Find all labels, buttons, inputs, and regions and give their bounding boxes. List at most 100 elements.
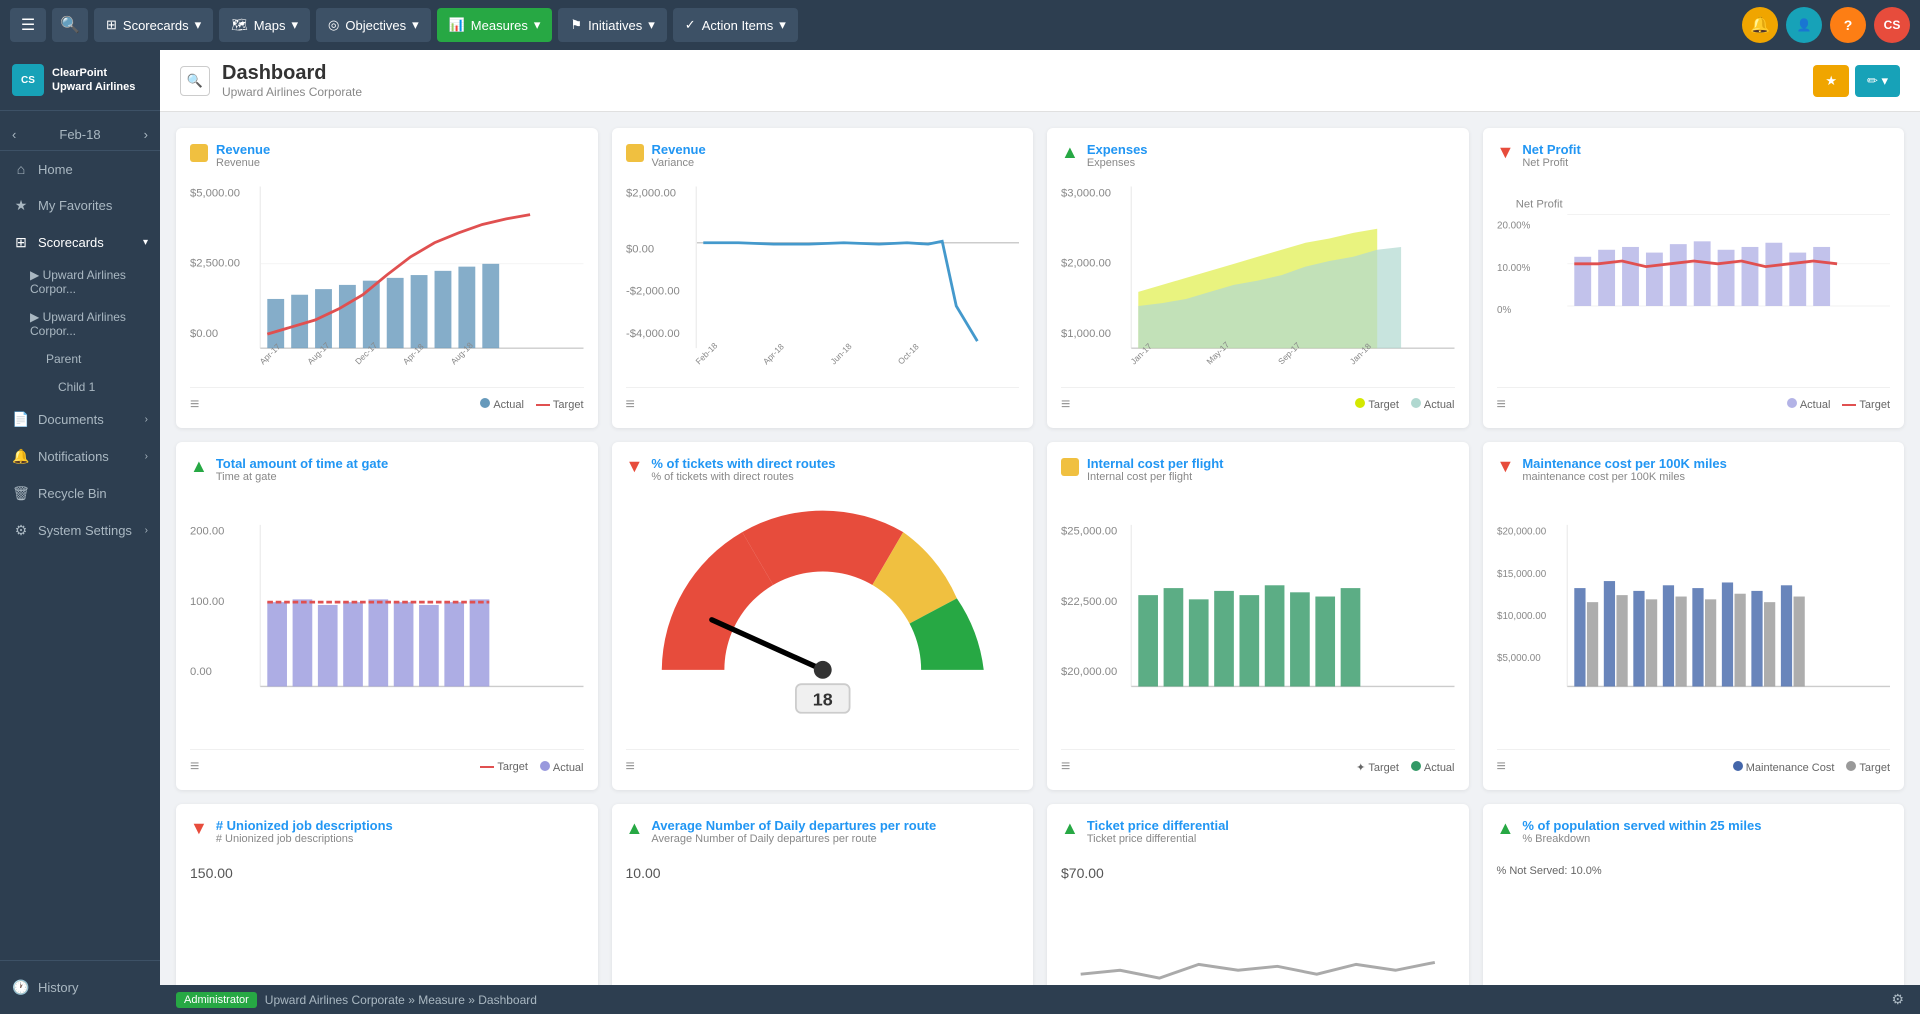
card-header-expenses: ▲ Expenses Expenses <box>1061 142 1455 169</box>
revenue-chart: $5,000.00 $2,500.00 $0.00 <box>190 177 584 379</box>
expand-icon: ▾ <box>143 237 148 248</box>
card-header-routes: ▼ % of tickets with direct routes % of t… <box>626 456 1020 483</box>
indicator-down-red4: ▼ <box>190 818 208 839</box>
sidebar-date: ‹ Feb-18 › <box>0 119 160 151</box>
sidebar-item-home[interactable]: ⌂ Home <box>0 151 160 187</box>
card-header-maintenance: ▼ Maintenance cost per 100K miles mainte… <box>1497 456 1891 483</box>
dashboard-search-button[interactable]: 🔍 <box>180 66 210 96</box>
sidebar-item-history[interactable]: 🕐 History <box>0 969 160 1006</box>
gauge-container: 18 <box>626 491 1020 741</box>
edit-button[interactable]: ✏ ▾ <box>1855 65 1900 97</box>
card-subtitle6: % of tickets with direct routes <box>651 471 835 483</box>
sidebar-item-notifications[interactable]: 🔔 Notifications › <box>0 438 160 475</box>
legend-actual: Actual <box>480 398 524 411</box>
notifications-bell-button[interactable]: 🔔 <box>1742 7 1778 43</box>
legend-actual-int: Actual <box>1411 761 1455 774</box>
indicator-yellow <box>190 144 208 162</box>
menu-dots-icon[interactable]: ≡ <box>190 396 199 414</box>
indicator-up-green: ▲ <box>1061 142 1079 163</box>
card-footer-revenue: ≡ Actual Target <box>190 387 584 414</box>
svg-text:Apr-17: Apr-17 <box>257 341 282 366</box>
sidebar-scorecard-tree: ▶ Upward Airlines Corpor... ▶ Upward Air… <box>0 261 160 401</box>
user-avatar-button[interactable]: CS <box>1874 7 1910 43</box>
sidebar-bottom: 🕐 History <box>0 960 160 1014</box>
svg-text:0%: 0% <box>1497 305 1511 316</box>
indicator-up-green3: ▲ <box>626 818 644 839</box>
card-title-block5: Total amount of time at gate Time at gat… <box>216 456 388 483</box>
card-header-profit: ▼ Net Profit Net Profit <box>1497 142 1891 169</box>
card-title-block9: # Unionized job descriptions # Unionized… <box>216 818 393 845</box>
maintenance-chart: $20,000.00 $15,000.00 $10,000.00 $5,000.… <box>1497 491 1891 741</box>
svg-text:$22,500.00: $22,500.00 <box>1061 596 1117 608</box>
svg-text:Feb-18: Feb-18 <box>693 340 719 366</box>
value-pop: % Not Served: 10.0% <box>1497 853 1891 889</box>
svg-text:Net Profit: Net Profit <box>1515 199 1563 211</box>
legend-actual-exp: Actual <box>1411 398 1455 411</box>
menu-dots-icon6[interactable]: ≡ <box>626 758 635 776</box>
scorecards-icon: ⊞ <box>106 17 117 33</box>
search-button[interactable]: 🔍 <box>52 8 88 42</box>
svg-text:0.00: 0.00 <box>190 666 212 678</box>
card-footer-expenses: ≡ Target Actual <box>1061 387 1455 414</box>
svg-text:$5,000.00: $5,000.00 <box>190 187 240 199</box>
card-footer-routes: ≡ <box>626 749 1020 776</box>
menu-dots-icon8[interactable]: ≡ <box>1497 758 1506 776</box>
chevron-right-icon: › <box>145 451 148 462</box>
content-area: 🔍 Dashboard Upward Airlines Corporate ★ … <box>160 50 1920 1014</box>
admin-button[interactable]: 👤 <box>1786 7 1822 43</box>
svg-text:$15,000.00: $15,000.00 <box>1497 569 1547 580</box>
sidebar-item-favorites[interactable]: ★ My Favorites <box>0 187 160 224</box>
card-header-variance: Revenue Variance <box>626 142 1020 169</box>
menu-button[interactable]: ☰ <box>10 8 46 42</box>
settings-gear-icon[interactable]: ⚙ <box>1891 991 1904 1008</box>
card-subtitle2: Variance <box>652 157 706 169</box>
card-title7: Internal cost per flight <box>1087 456 1224 471</box>
nav-right: 🔔 👤 ? CS <box>1742 7 1910 43</box>
nav-action-items[interactable]: ✓ Action Items ▾ <box>673 8 798 42</box>
sidebar-item-recycle[interactable]: 🗑 Recycle Bin <box>0 475 160 512</box>
svg-text:$0.00: $0.00 <box>626 244 654 256</box>
card-header-revenue: Revenue Revenue <box>190 142 584 169</box>
card-footer-profit: ≡ Actual Target <box>1497 387 1891 414</box>
nav-scorecards[interactable]: ⊞ Scorecards ▾ <box>94 8 213 42</box>
nav-maps[interactable]: 🗺 Maps ▾ <box>219 8 310 42</box>
svg-text:200.00: 200.00 <box>190 525 224 537</box>
svg-text:10.00%: 10.00% <box>1497 263 1531 274</box>
dashboard-subtitle: Upward Airlines Corporate <box>222 85 362 99</box>
scorecard-item-2[interactable]: ▶ Upward Airlines Corpor... <box>30 303 160 345</box>
sidebar-item-settings[interactable]: ⚙ System Settings › <box>0 512 160 549</box>
scorecard-item-parent[interactable]: Parent <box>30 345 160 373</box>
svg-text:$3,000.00: $3,000.00 <box>1061 187 1111 199</box>
svg-text:100.00: 100.00 <box>190 596 224 608</box>
sidebar-item-documents[interactable]: 📄 Documents › <box>0 401 160 438</box>
legend-maintenance: Maintenance Cost Target <box>1733 761 1890 774</box>
nav-measures[interactable]: 📊 Measures ▾ <box>437 8 553 42</box>
help-button[interactable]: ? <box>1830 7 1866 43</box>
card-title-block2: Revenue Variance <box>652 142 706 169</box>
card-subtitle5: Time at gate <box>216 471 388 483</box>
svg-text:$20,000.00: $20,000.00 <box>1061 666 1117 678</box>
nav-initiatives[interactable]: ⚑ Initiatives ▾ <box>558 8 666 42</box>
card-title4: Net Profit <box>1522 142 1581 157</box>
svg-text:$1,000.00: $1,000.00 <box>1061 328 1111 340</box>
svg-text:$25,000.00: $25,000.00 <box>1061 525 1117 537</box>
prev-arrow-icon[interactable]: ‹ <box>12 127 16 142</box>
favorite-button[interactable]: ★ <box>1813 65 1849 97</box>
scorecard-item-child[interactable]: Child 1 <box>30 373 160 401</box>
dashboard-title: Dashboard <box>222 62 362 85</box>
menu-dots-icon5[interactable]: ≡ <box>190 758 199 776</box>
menu-dots-icon3[interactable]: ≡ <box>1061 396 1070 414</box>
legend-gate: Target Actual <box>480 761 583 774</box>
menu-dots-icon7[interactable]: ≡ <box>1061 758 1070 776</box>
sidebar-item-scorecards[interactable]: ⊞ Scorecards ▾ <box>0 224 160 261</box>
card-title3: Expenses <box>1087 142 1148 157</box>
scorecard-item-1[interactable]: ▶ Upward Airlines Corpor... <box>30 261 160 303</box>
menu-dots-icon4[interactable]: ≡ <box>1497 396 1506 414</box>
expenses-chart: $3,000.00 $2,000.00 $1,000.00 Jan-17 May… <box>1061 177 1455 379</box>
nav-objectives[interactable]: ◎ Objectives ▾ <box>316 8 431 42</box>
next-arrow-icon[interactable]: › <box>144 127 148 142</box>
menu-dots-icon2[interactable]: ≡ <box>626 396 635 414</box>
legend-actual-gate: Actual <box>540 761 584 774</box>
svg-text:18: 18 <box>812 689 832 709</box>
card-title-block3: Expenses Expenses <box>1087 142 1148 169</box>
